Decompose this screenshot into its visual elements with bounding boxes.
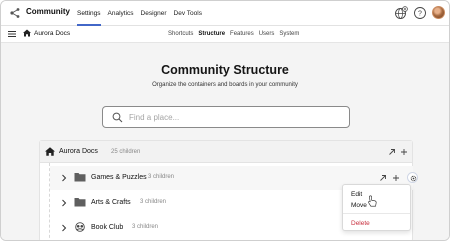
row-name: Games & Puzzles: [91, 173, 147, 181]
group-icon: [75, 222, 85, 232]
sub-nav: Shortcuts Structure Features Users Syste…: [168, 26, 304, 43]
folder-icon: [74, 173, 86, 182]
tab-features[interactable]: Features: [230, 26, 254, 43]
nav-designer[interactable]: Designer: [141, 1, 167, 26]
tree-root-row[interactable]: Aurora Docs 25 children: [40, 141, 412, 163]
open-arrow-icon[interactable]: [379, 174, 387, 182]
breadcrumb[interactable]: Aurora Docs: [34, 30, 70, 37]
row-name: Arts & Crafts: [91, 198, 131, 206]
search-box[interactable]: [102, 106, 350, 128]
tab-system[interactable]: System: [279, 26, 299, 43]
chevron-right-icon[interactable]: [61, 224, 67, 232]
nav-settings[interactable]: Settings: [77, 1, 101, 26]
svg-text:?: ?: [418, 11, 422, 18]
root-count: 25 children: [111, 148, 141, 155]
menu-divider: [343, 213, 410, 214]
top-nav: Settings Analytics Designer Dev Tools: [77, 1, 209, 26]
settings-button[interactable]: [407, 172, 418, 183]
add-icon[interactable]: [392, 174, 400, 182]
nav-analytics[interactable]: Analytics: [108, 1, 134, 26]
top-bar: Community Settings Analytics Designer De…: [1, 1, 449, 26]
tab-users[interactable]: Users: [259, 26, 275, 43]
sub-bar: Aurora Docs Shortcuts Structure Features…: [1, 26, 449, 43]
nav-dev-tools[interactable]: Dev Tools: [174, 1, 202, 26]
app-window: Community Settings Analytics Designer De…: [0, 0, 450, 241]
pointer-cursor-icon: [368, 195, 377, 207]
row-count: 3 children: [148, 174, 175, 180]
menu-item-move[interactable]: Move: [351, 202, 367, 209]
gear-icon: [410, 175, 416, 181]
folder-icon: [74, 198, 86, 207]
open-arrow-icon[interactable]: [388, 148, 396, 156]
search-input[interactable]: [129, 110, 344, 124]
tab-structure[interactable]: Structure: [198, 26, 225, 43]
globe-plus-icon[interactable]: [394, 6, 408, 20]
app-title: Community: [26, 7, 70, 16]
tab-shortcuts[interactable]: Shortcuts: [168, 26, 193, 43]
search-icon: [112, 112, 123, 123]
chevron-right-icon[interactable]: [61, 174, 67, 182]
row-count: 3 children: [140, 199, 167, 205]
row-count: 3 children: [132, 224, 159, 230]
add-icon[interactable]: [400, 148, 408, 156]
menu-item-delete[interactable]: Delete: [351, 220, 370, 227]
avatar[interactable]: [432, 6, 445, 19]
hamburger-menu-icon[interactable]: [8, 30, 16, 38]
root-name: Aurora Docs: [59, 148, 98, 155]
home-icon: [23, 29, 31, 37]
context-menu: Edit Move Delete: [342, 184, 411, 231]
home-icon: [45, 147, 55, 156]
help-icon[interactable]: ?: [413, 6, 427, 20]
page-subtitle: Organize the containers and boards in yo…: [152, 82, 298, 88]
menu-item-edit[interactable]: Edit: [351, 191, 362, 198]
chevron-right-icon[interactable]: [61, 199, 67, 207]
network-logo-icon[interactable]: [9, 7, 21, 19]
row-name: Book Club: [91, 223, 124, 231]
page-title: Community Structure: [161, 63, 289, 77]
